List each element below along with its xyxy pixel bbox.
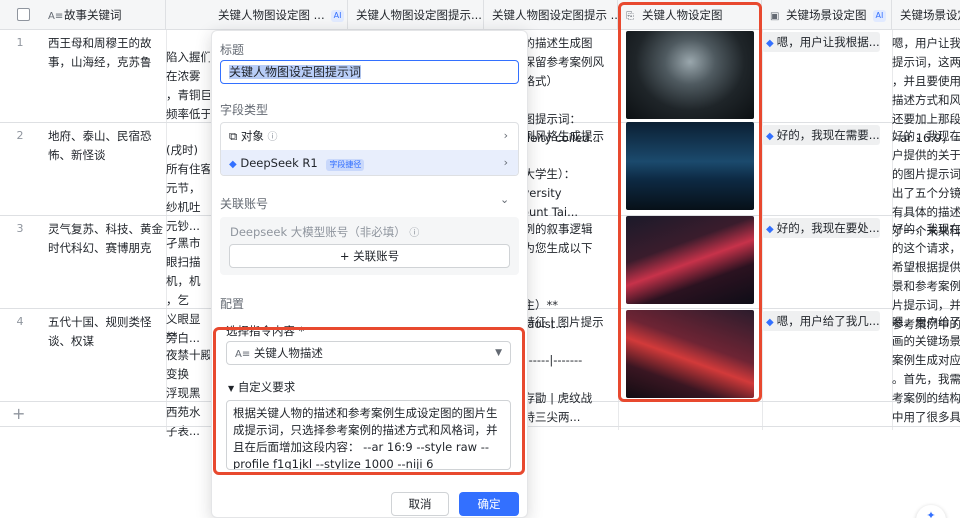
deepseek-icon: ◆ xyxy=(766,131,774,142)
highlight-box-config xyxy=(213,327,525,475)
scene-setting-cell[interactable]: 嗯，用户给了 画的关键场景 案例生成对应 。首先，我需 考案例的结构 中用了很多… xyxy=(892,313,960,427)
column-header-char-prompt-2[interactable]: 关键人物图设定图提示 ... xyxy=(484,0,618,30)
row-number: 2 xyxy=(16,129,24,142)
deepseek-icon: ◆ xyxy=(766,38,774,49)
column-header-scene-setting[interactable]: 关键场景设定 xyxy=(892,0,960,30)
keywords-cell[interactable]: 灵气复苏、科技、黄金时代科幻、赛博朋克 xyxy=(48,220,166,258)
keywords-cell[interactable]: 五代十国、规则类怪谈、权谋 xyxy=(48,313,166,351)
field-type-selector: ⧉ 对象 ⓘ › ◆ DeepSeek R1 字段捷径 › xyxy=(220,122,519,176)
deepseek-icon: ◆ xyxy=(229,159,237,170)
char-design-cell[interactable]: ** 夜禁十殿 变换 浮现黑 西苑水 子表... xyxy=(166,327,210,441)
column-header-char-prompt[interactable]: 关键人物图设定图提示... xyxy=(348,0,484,30)
column-header-scene-design[interactable]: ▣ 关键场景设定图 AI xyxy=(762,0,892,30)
object-icon: ⧉ xyxy=(229,129,238,143)
ai-badge: AI xyxy=(872,10,887,22)
field-shortcut-tag: 字段捷径 xyxy=(326,159,365,171)
column-header-char-design[interactable]: 关键人物图设定图 ... AI xyxy=(210,0,348,30)
keywords-cell[interactable]: 西王母和周穆王的故事，山海经，克苏鲁 xyxy=(48,34,166,72)
title-input[interactable]: 关键人物图设定图提示词 xyxy=(220,60,519,84)
chevron-right-icon: › xyxy=(503,156,508,169)
title-label: 标题 xyxy=(220,43,245,57)
config-label: 配置 xyxy=(220,297,245,311)
linked-account-label: 关联账号 xyxy=(220,197,269,211)
info-icon: ⓘ xyxy=(409,228,420,239)
account-section: Deepseek 大模型账号（非必填） ⓘ + 关联账号 xyxy=(220,217,519,275)
select-all-checkbox[interactable] xyxy=(17,8,30,21)
link-account-button[interactable]: + 关联账号 xyxy=(229,244,510,268)
row-number: 1 xyxy=(16,36,24,49)
highlight-box-image-column xyxy=(618,2,762,402)
scene-design-chip[interactable]: ◆ 好的，我现在要处... xyxy=(762,218,880,238)
scene-design-chip[interactable]: ◆ 好的，我现在需要... xyxy=(762,125,880,145)
row-number: 4 xyxy=(16,315,24,328)
account-field-label: Deepseek 大模型账号（非必填） ⓘ xyxy=(230,225,420,239)
cancel-button[interactable]: 取消 xyxy=(391,492,449,516)
ai-field-icon: ▣ xyxy=(770,11,780,22)
grid-header: A≡故事关键词 关键人物图设定图 ... AI 关键人物图设定图提示... 关键人… xyxy=(0,0,960,30)
char-design-cell[interactable]: 陷入握们 在浓雾 ，青铜巨 频率低于 xyxy=(166,48,210,124)
keywords-cell[interactable]: 地府、泰山、民宿恐怖、新怪谈 xyxy=(48,127,166,165)
info-icon: ⓘ xyxy=(267,132,278,143)
type-option-deepseek[interactable]: ◆ DeepSeek R1 字段捷径 › xyxy=(221,150,518,175)
ai-badge: AI xyxy=(330,10,345,22)
field-type-label: 字段类型 xyxy=(220,103,269,117)
chevron-right-icon: › xyxy=(503,129,508,142)
add-row-icon[interactable]: + xyxy=(12,404,25,423)
deepseek-icon: ◆ xyxy=(766,317,774,328)
deepseek-icon: ◆ xyxy=(766,224,774,235)
scene-design-chip[interactable]: ◆ 嗯，用户给了我几... xyxy=(762,311,880,331)
assistant-icon[interactable]: ✦ xyxy=(916,505,946,518)
scene-design-chip[interactable]: ◆ 嗯，用户让我根据... xyxy=(762,32,880,52)
chevron-down-icon[interactable]: ⌄ xyxy=(500,193,509,206)
row-number: 3 xyxy=(16,222,24,235)
type-option-object[interactable]: ⧉ 对象 ⓘ › xyxy=(221,123,518,149)
confirm-button[interactable]: 确定 xyxy=(459,492,519,516)
text-field-icon: A≡ xyxy=(48,11,64,22)
column-header-keywords[interactable]: A≡故事关键词 xyxy=(40,0,166,30)
